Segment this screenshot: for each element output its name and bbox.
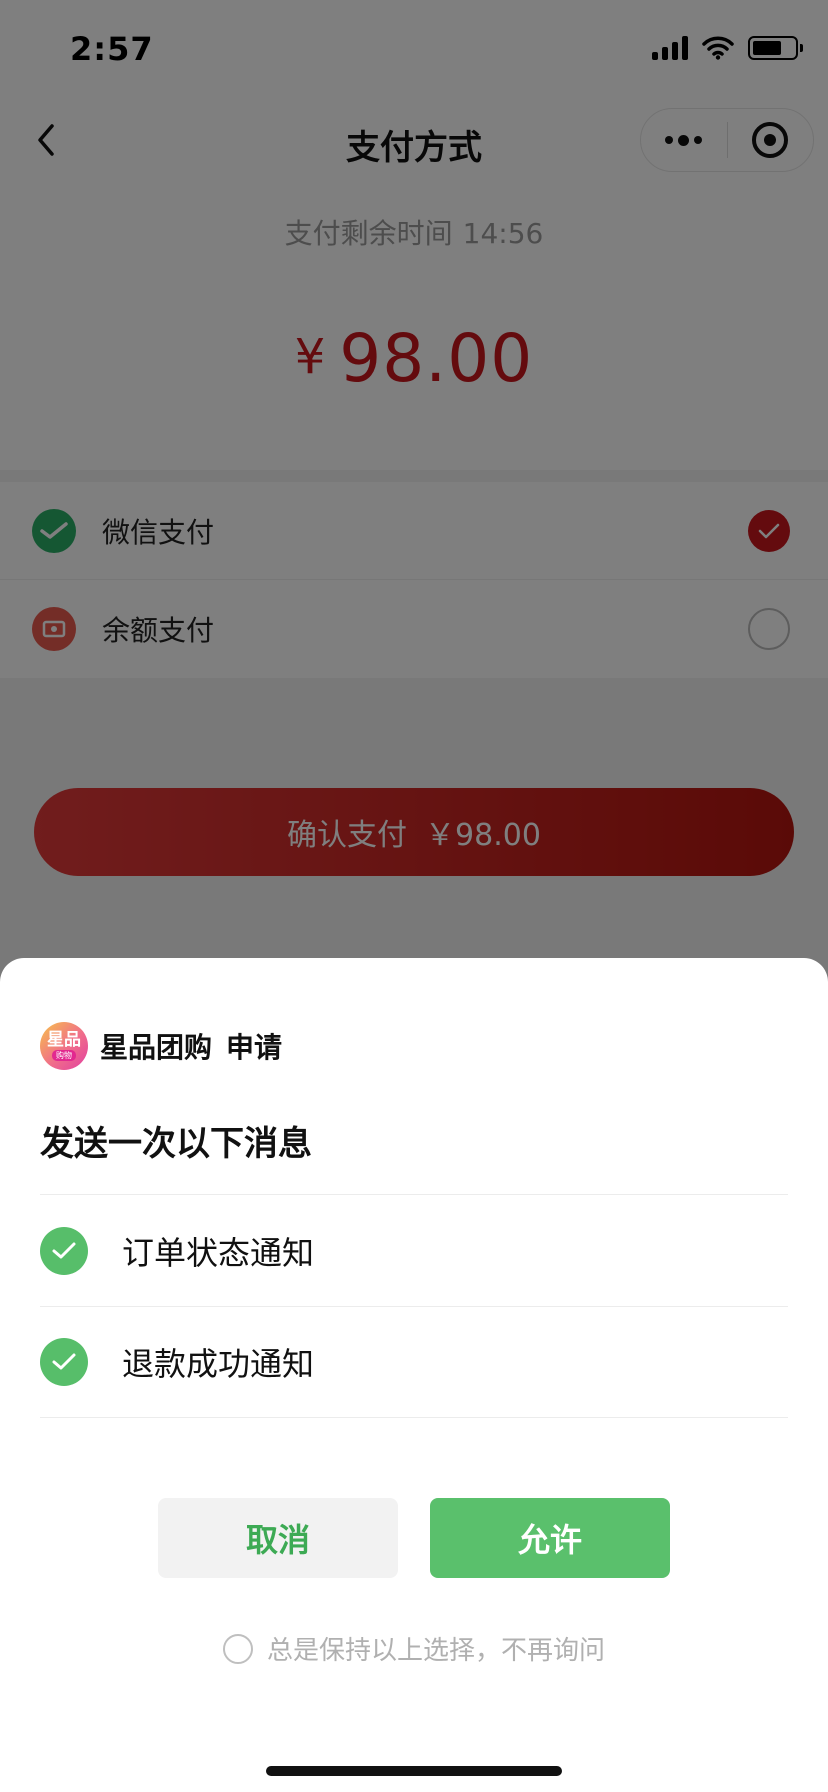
cancel-button[interactable]: 取消: [158, 1498, 398, 1578]
app-name: 星品团购: [100, 1031, 213, 1064]
message-label: 订单状态通知: [122, 1233, 315, 1272]
request-label: 申请: [226, 1031, 283, 1064]
message-option-refund[interactable]: 退款成功通知: [40, 1306, 788, 1418]
home-indicator[interactable]: [266, 1766, 562, 1776]
keep-choice-row[interactable]: 总是保持以上选择，不再询问: [0, 1630, 828, 1667]
allow-button[interactable]: 允许: [430, 1498, 670, 1578]
subscribe-message-sheet: 星品 购物 星品团购 申请 发送一次以下消息 订单状态通知 退款成功通知 取消 …: [0, 958, 828, 1792]
message-label: 退款成功通知: [122, 1345, 315, 1383]
app-logo-sub: 购物: [52, 1050, 76, 1061]
sheet-title: 发送一次以下消息: [40, 1124, 312, 1164]
message-list: 订单状态通知 退款成功通知: [40, 1194, 788, 1418]
message-option-order-status[interactable]: 订单状态通知: [40, 1194, 788, 1306]
keep-choice-label: 总是保持以上选择，不再询问: [266, 1636, 605, 1666]
app-request-row: 星品 购物 星品团购 申请: [40, 1022, 282, 1070]
keep-choice-radio[interactable]: [222, 1633, 253, 1664]
app-logo: 星品 购物: [40, 1022, 88, 1070]
check-icon[interactable]: [40, 1226, 88, 1275]
app-logo-text: 星品: [47, 1030, 81, 1050]
check-icon[interactable]: [40, 1338, 88, 1386]
